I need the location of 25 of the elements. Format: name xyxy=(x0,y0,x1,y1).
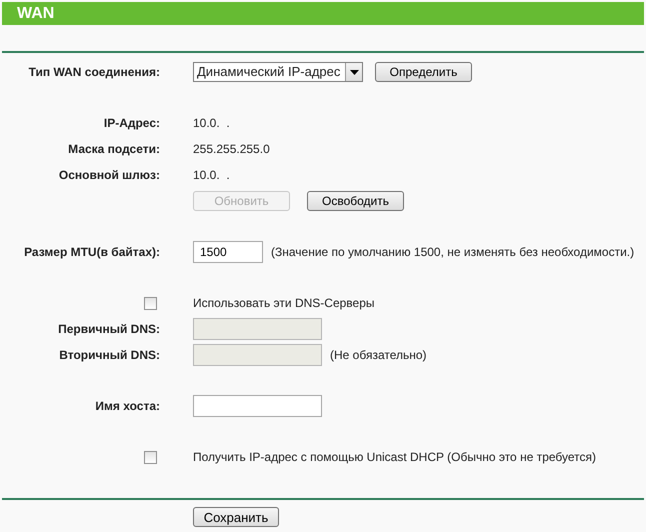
connection-type-select[interactable]: Динамический IP-адрес xyxy=(193,62,363,82)
field-label: Вторичный DNS: xyxy=(59,347,160,364)
field-label: Первичный DNS: xyxy=(58,321,160,338)
page-title: WAN xyxy=(2,2,644,25)
action-button[interactable]: Освободить xyxy=(307,191,404,211)
field-label: IP-Адрес: xyxy=(104,115,160,132)
dropdown-arrow-icon xyxy=(350,70,358,74)
save-button[interactable]: Сохранить xyxy=(193,507,279,527)
checkbox-label: Получить IP-адрес с помощью Unicast DHCP (Обычно это не требуется) xyxy=(193,449,596,466)
hint-text: (Не обязательно) xyxy=(330,347,427,364)
field-label: Размер MTU(в байтах): xyxy=(24,244,160,261)
checkbox-label: Использовать эти DNS-Серверы xyxy=(193,295,375,312)
input-field[interactable]: 1500 xyxy=(193,241,263,263)
field-value: 255.255.255.0 xyxy=(193,141,270,158)
field-value: 10.0. . xyxy=(193,115,230,132)
field-label: Основной шлюз: xyxy=(58,167,160,184)
field-label: Маска подсети: xyxy=(68,141,160,158)
checkbox[interactable] xyxy=(144,296,157,310)
action-button[interactable]: Определить xyxy=(375,62,472,82)
field-label: Имя хоста: xyxy=(95,398,160,415)
input-field[interactable] xyxy=(193,395,322,417)
field-label: Тип WAN соединения: xyxy=(28,64,160,81)
field-value: 10.0. . xyxy=(193,167,230,184)
checkbox[interactable] xyxy=(144,450,157,464)
hint-text: (Значение по умолчанию 1500, не изменять без необходимости.) xyxy=(271,244,634,261)
